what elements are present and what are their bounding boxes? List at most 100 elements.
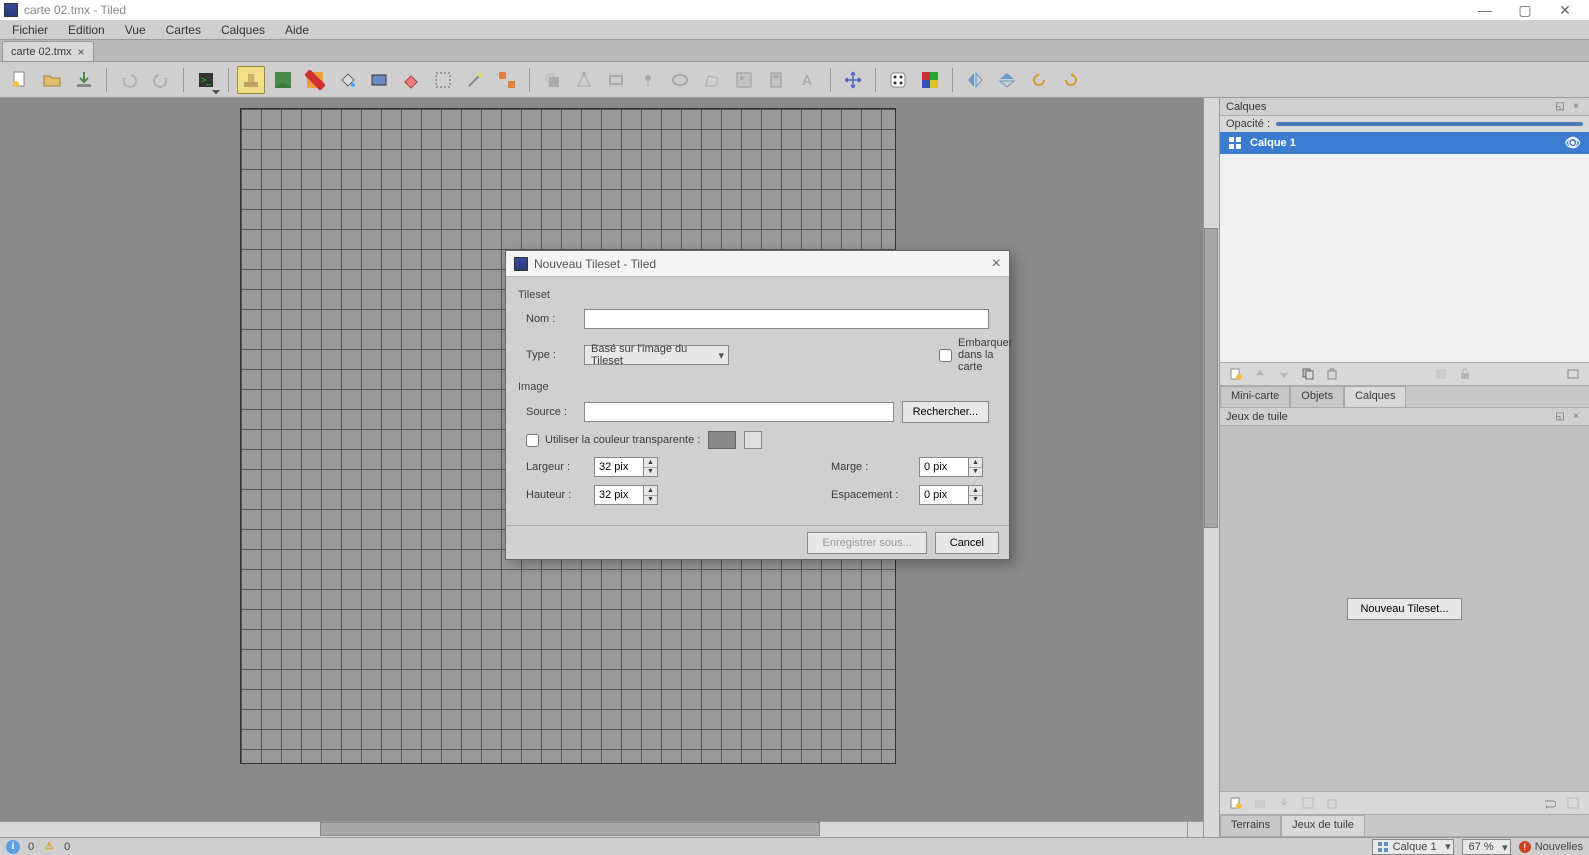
height-spinner[interactable]: ▲▼	[594, 485, 664, 505]
edit-tileset-button[interactable]	[1298, 793, 1318, 813]
wang-fill-button[interactable]	[916, 66, 944, 94]
visibility-icon[interactable]: 👁	[1564, 135, 1581, 151]
dialog-close-icon[interactable]: ×	[992, 255, 1001, 273]
embed-checkbox-input[interactable]	[939, 349, 952, 362]
news-button[interactable]: ! Nouvelles	[1519, 841, 1583, 853]
insert-rect-button[interactable]	[602, 66, 630, 94]
menu-cartes[interactable]: Cartes	[156, 21, 211, 39]
dialog-titlebar[interactable]: Nouveau Tileset - Tiled ×	[506, 251, 1009, 277]
layer-up-button[interactable]	[1250, 364, 1270, 384]
tileset-grid-button[interactable]	[1563, 793, 1583, 813]
menu-vue[interactable]: Vue	[115, 21, 156, 39]
select-same-button[interactable]	[493, 66, 521, 94]
lock-layer-button[interactable]	[1455, 364, 1475, 384]
height-input[interactable]	[594, 485, 644, 505]
menu-aide[interactable]: Aide	[275, 21, 319, 39]
type-select[interactable]: Basé sur l'image du Tileset	[584, 345, 729, 365]
maximize-button[interactable]: ▢	[1505, 1, 1545, 19]
export-tileset-button[interactable]	[1274, 793, 1294, 813]
insert-template-button[interactable]	[762, 66, 790, 94]
delete-tileset-button[interactable]	[1322, 793, 1342, 813]
spacing-input[interactable]	[919, 485, 969, 505]
source-input[interactable]	[584, 402, 894, 422]
spin-down-icon[interactable]: ▼	[644, 468, 657, 477]
menu-edition[interactable]: Edition	[58, 21, 115, 39]
new-tileset-button[interactable]: Nouveau Tileset...	[1347, 598, 1461, 620]
close-button[interactable]: ✕	[1545, 1, 1585, 19]
minimize-button[interactable]: —	[1465, 1, 1505, 19]
panel-close-icon[interactable]: ×	[1569, 410, 1583, 424]
delete-layer-button[interactable]	[1322, 364, 1342, 384]
spin-down-icon[interactable]: ▼	[644, 496, 657, 505]
duplicate-layer-button[interactable]	[1298, 364, 1318, 384]
layer-mask-button[interactable]	[1563, 364, 1583, 384]
spin-up-icon[interactable]: ▲	[969, 486, 982, 496]
magic-wand-button[interactable]	[461, 66, 489, 94]
save-file-button[interactable]	[70, 66, 98, 94]
insert-polygon-button[interactable]	[698, 66, 726, 94]
tab-terrains[interactable]: Terrains	[1220, 815, 1281, 836]
tab-close-icon[interactable]: ×	[78, 45, 85, 59]
terrain-tool-button[interactable]	[269, 66, 297, 94]
margin-input[interactable]	[919, 457, 969, 477]
undo-button[interactable]	[115, 66, 143, 94]
zoom-combo[interactable]: 67 %	[1462, 839, 1511, 855]
warning-icon[interactable]: ⚠	[42, 840, 56, 854]
opacity-slider[interactable]	[1276, 122, 1583, 126]
cancel-button[interactable]: Cancel	[935, 532, 999, 554]
open-file-button[interactable]	[38, 66, 66, 94]
edit-polygon-button[interactable]	[570, 66, 598, 94]
rotate-right-button[interactable]	[1057, 66, 1085, 94]
spin-up-icon[interactable]: ▲	[644, 458, 657, 468]
tab-minimap[interactable]: Mini-carte	[1220, 386, 1290, 407]
name-input[interactable]	[584, 309, 989, 329]
spin-up-icon[interactable]: ▲	[969, 458, 982, 468]
insert-point-button[interactable]	[634, 66, 662, 94]
redo-button[interactable]	[147, 66, 175, 94]
menu-calques[interactable]: Calques	[211, 21, 275, 39]
move-tool-button[interactable]	[839, 66, 867, 94]
layer-down-button[interactable]	[1274, 364, 1294, 384]
new-layer-button[interactable]	[1226, 364, 1246, 384]
vertical-scrollbar[interactable]	[1203, 98, 1219, 837]
stamp-tool-button[interactable]	[237, 66, 265, 94]
embed-checkbox[interactable]: Embarquer dans la carte	[939, 337, 989, 373]
width-spinner[interactable]: ▲▼	[594, 457, 664, 477]
menu-fichier[interactable]: Fichier	[2, 21, 58, 39]
spacing-spinner[interactable]: ▲▼	[919, 485, 989, 505]
flip-v-button[interactable]	[993, 66, 1021, 94]
bucket-fill-button[interactable]	[333, 66, 361, 94]
eraser-button[interactable]	[397, 66, 425, 94]
tab-layers[interactable]: Calques	[1344, 386, 1406, 407]
rect-select-button[interactable]	[429, 66, 457, 94]
command-button[interactable]: >_	[192, 66, 220, 94]
highlight-layer-button[interactable]	[1431, 364, 1451, 384]
new-tileset-tb-button[interactable]	[1226, 793, 1246, 813]
embed-tileset-button[interactable]	[1250, 793, 1270, 813]
spin-down-icon[interactable]: ▼	[969, 496, 982, 505]
dynamic-wrap-button[interactable]	[1539, 793, 1559, 813]
spin-up-icon[interactable]: ▲	[644, 486, 657, 496]
margin-spinner[interactable]: ▲▼	[919, 457, 989, 477]
layers-list[interactable]: Calque 1 👁	[1220, 132, 1589, 362]
rotate-left-button[interactable]	[1025, 66, 1053, 94]
spin-down-icon[interactable]: ▼	[969, 468, 982, 477]
document-tab[interactable]: carte 02.tmx ×	[2, 41, 94, 61]
panel-undock-icon[interactable]: ◱	[1553, 410, 1567, 424]
horizontal-scrollbar[interactable]	[0, 821, 1187, 837]
random-mode-button[interactable]	[884, 66, 912, 94]
panel-undock-icon[interactable]: ◱	[1553, 100, 1567, 114]
insert-text-button[interactable]: A	[794, 66, 822, 94]
insert-ellipse-button[interactable]	[666, 66, 694, 94]
color-picker-button[interactable]	[744, 431, 762, 449]
info-icon[interactable]: i	[6, 840, 20, 854]
tab-objects[interactable]: Objets	[1290, 386, 1344, 407]
browse-button[interactable]: Rechercher...	[902, 401, 989, 423]
layer-row[interactable]: Calque 1 👁	[1220, 132, 1589, 154]
flip-h-button[interactable]	[961, 66, 989, 94]
panel-close-icon[interactable]: ×	[1569, 100, 1583, 114]
transparent-checkbox-input[interactable]	[526, 434, 539, 447]
width-input[interactable]	[594, 457, 644, 477]
tab-tilesets[interactable]: Jeux de tuile	[1281, 815, 1365, 836]
layer-combo[interactable]: Calque 1	[1372, 839, 1454, 855]
